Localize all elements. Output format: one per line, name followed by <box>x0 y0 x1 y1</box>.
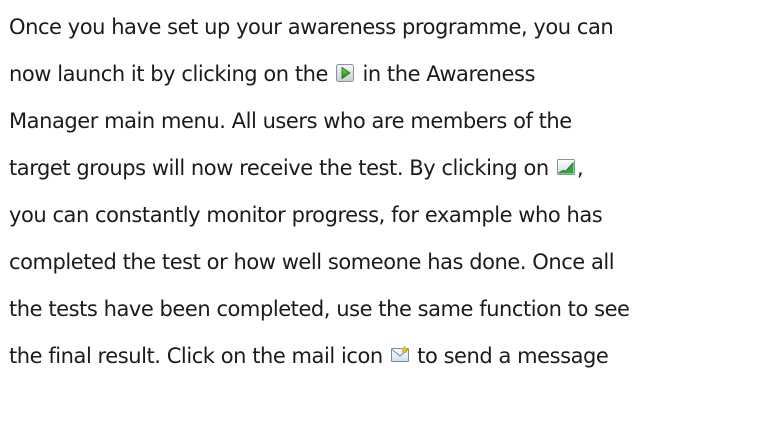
text-line-6-text: completed the test or how well someone h… <box>9 250 615 274</box>
text-line-7-text: the tests have been completed, use the s… <box>9 297 630 321</box>
text-line-4-before: target groups will now receive the test.… <box>9 156 555 180</box>
mail-icon <box>390 345 410 365</box>
text-line-8-before: the final result. Click on the mail icon <box>9 344 389 368</box>
text-line-8: the final result. Click on the mail icon… <box>9 333 764 380</box>
play-icon <box>335 63 355 83</box>
text-line-2-before: now launch it by clicking on the <box>9 62 335 86</box>
text-line-6: completed the test or how well someone h… <box>9 239 764 286</box>
text-line-4: target groups will now receive the test.… <box>9 145 764 192</box>
text-line-4-after: , <box>576 156 584 180</box>
text-line-8-after: to send a message <box>410 344 609 368</box>
text-line-7: the tests have been completed, use the s… <box>9 286 764 333</box>
text-line-1: Once you have set up your awareness prog… <box>9 4 764 51</box>
text-line-2: now launch it by clicking on the in the … <box>9 51 764 98</box>
chart-icon <box>556 157 576 177</box>
text-line-2-after: in the Awareness <box>356 62 535 86</box>
document-body: Once you have set up your awareness prog… <box>0 0 764 425</box>
text-line-3: Manager main menu. All users who are mem… <box>9 98 764 145</box>
text-line-5-text: you can constantly monitor progress, for… <box>9 203 603 227</box>
text-line-3-text: Manager main menu. All users who are mem… <box>9 109 572 133</box>
text-line-1-text: Once you have set up your awareness prog… <box>9 15 614 39</box>
text-line-5: you can constantly monitor progress, for… <box>9 192 764 239</box>
